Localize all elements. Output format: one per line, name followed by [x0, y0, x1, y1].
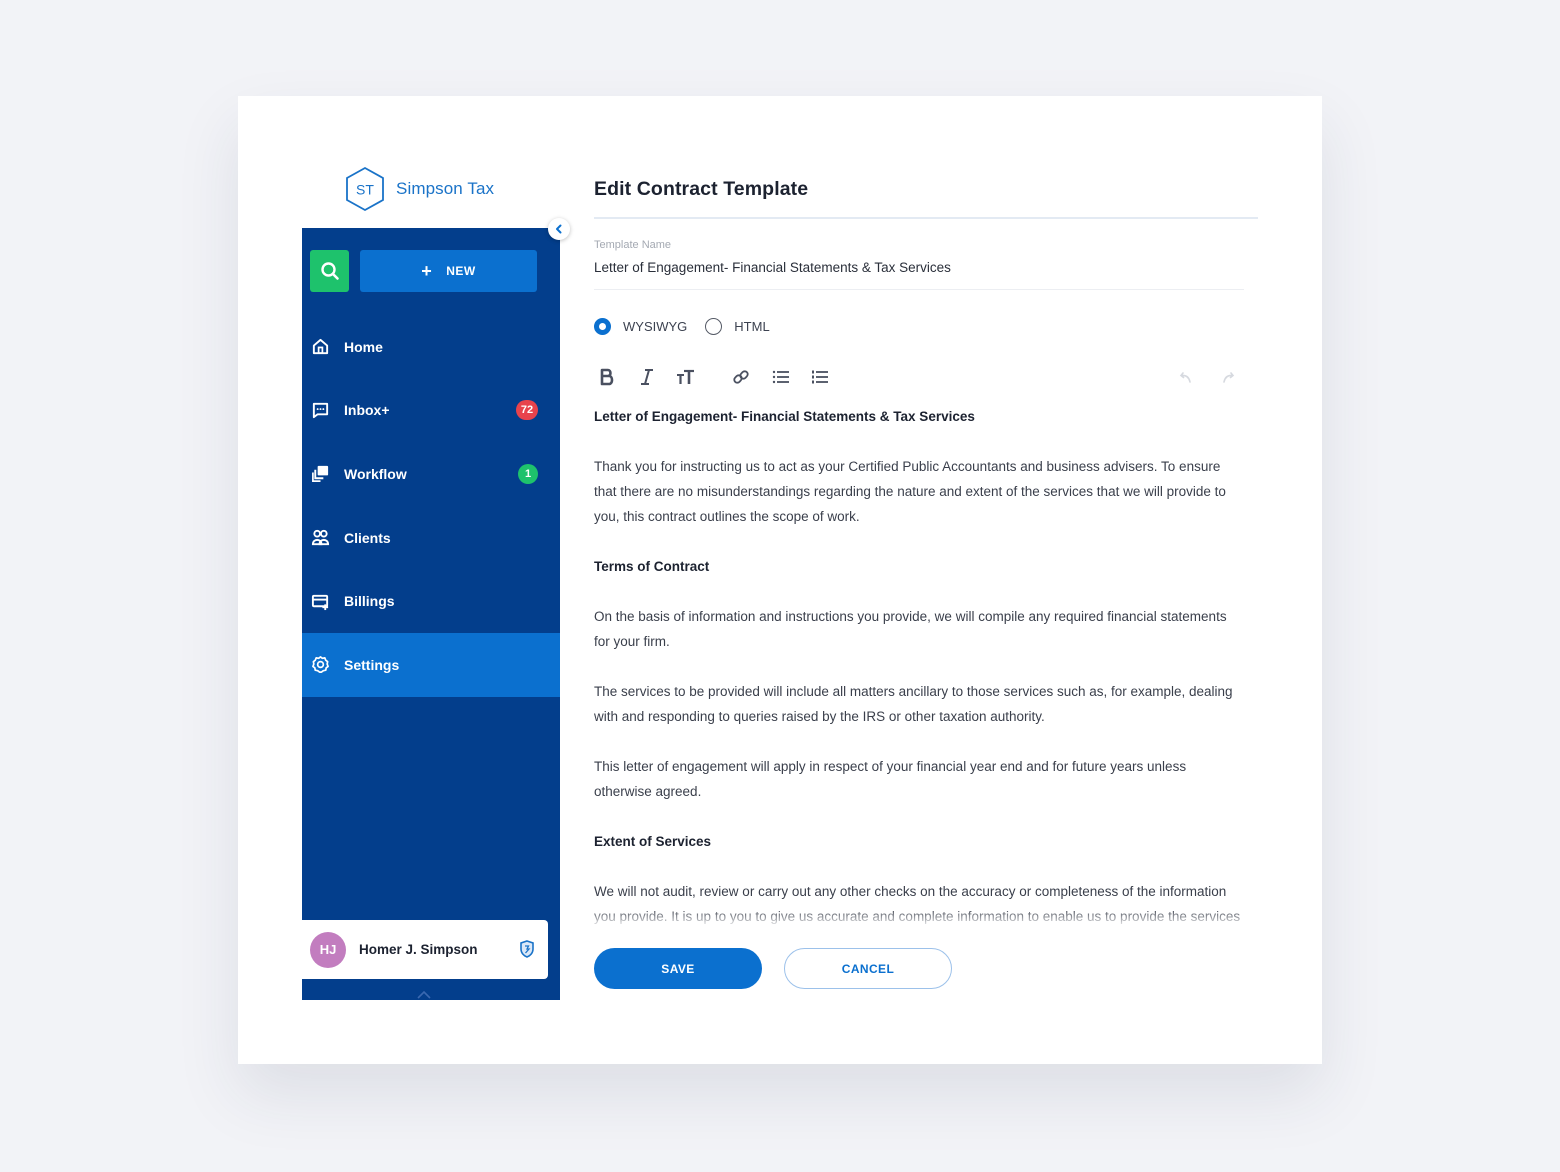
bold-icon: [600, 368, 614, 386]
title-divider: [594, 217, 1258, 219]
hexagon-logo-icon: ST: [346, 166, 384, 212]
redo-button[interactable]: [1214, 364, 1240, 390]
template-name-input[interactable]: [594, 260, 1244, 275]
link-button[interactable]: [728, 364, 754, 390]
undo-icon: [1179, 372, 1191, 383]
sidebar-item-inbox[interactable]: Inbox+ 72: [302, 379, 560, 443]
numbered-list-icon: [812, 370, 828, 384]
numbered-list-button[interactable]: [807, 364, 833, 390]
doc-paragraph: We will not audit, review or carry out a…: [594, 884, 1241, 936]
doc-heading: Letter of Engagement- Financial Statemen…: [594, 409, 975, 424]
workflow-icon: [310, 464, 330, 484]
doc-heading: Extent of Services: [594, 834, 712, 849]
message-icon: [310, 400, 330, 420]
bulleted-list-button[interactable]: [768, 364, 794, 390]
search-button[interactable]: [310, 250, 349, 292]
user-name: Homer J. Simpson: [359, 942, 478, 957]
redo-icon: [1223, 372, 1235, 383]
brand-logo[interactable]: ST Simpson Tax: [344, 166, 494, 212]
sidebar-item-billings[interactable]: Billings: [302, 569, 560, 633]
radio-wysiwyg[interactable]: WYSIWYG: [594, 318, 687, 335]
sidebar-item-label: Workflow: [344, 465, 407, 482]
save-button[interactable]: SAVE: [594, 948, 762, 989]
bold-button[interactable]: [594, 364, 620, 390]
sidebar-item-home[interactable]: Home: [302, 315, 560, 379]
doc-paragraph: On the basis of information and instruct…: [594, 609, 1227, 649]
sidebar-item-label: Home: [344, 338, 383, 355]
italic-icon: [641, 369, 653, 385]
undo-button[interactable]: [1174, 364, 1200, 390]
bulleted-list-icon: [772, 370, 789, 384]
sidebar-nav: Home Inbox+ 72 Workflow 1 Clients Billin…: [302, 315, 560, 697]
svg-text:ST: ST: [356, 182, 374, 198]
billing-icon: [310, 591, 330, 611]
document-editor[interactable]: Letter of Engagement- Financial Statemen…: [594, 404, 1244, 936]
home-icon: [310, 337, 330, 357]
editor-mode-radio-group: WYSIWYG HTML: [594, 318, 788, 335]
collapse-sidebar-button[interactable]: [548, 218, 570, 240]
plus-icon: +: [421, 261, 433, 281]
doc-paragraph: The services to be provided will include…: [594, 684, 1233, 724]
radio-unselected-icon: [705, 318, 723, 335]
workflow-count-badge: 1: [518, 463, 538, 484]
sidebar-item-label: Inbox+: [344, 402, 390, 419]
avatar: HJ: [310, 931, 346, 968]
cancel-button[interactable]: CANCEL: [784, 948, 952, 989]
text-size-button[interactable]: [673, 364, 699, 390]
doc-paragraph: Thank you for instructing us to act as y…: [594, 459, 1226, 524]
doc-heading: Terms of Contract: [594, 559, 710, 574]
clients-icon: [310, 528, 330, 548]
search-icon: [320, 262, 339, 280]
chevron-up-icon[interactable]: [416, 990, 432, 1000]
template-name-label: Template Name: [594, 239, 672, 251]
app-window: ST Simpson Tax + NEW Home Inbox+ 72 Work…: [238, 96, 1322, 1064]
radio-html[interactable]: HTML: [705, 318, 770, 335]
new-button[interactable]: + NEW: [360, 250, 537, 292]
page-title: Edit Contract Template: [594, 178, 809, 200]
doc-paragraph: This letter of engagement will apply in …: [594, 759, 1187, 799]
chevron-left-icon: [556, 224, 562, 234]
radio-label: HTML: [734, 319, 770, 334]
new-button-label: NEW: [446, 264, 476, 278]
gear-icon: [310, 655, 330, 675]
radio-selected-icon: [594, 318, 611, 335]
editor-toolbar: [594, 364, 1244, 390]
inbox-count-badge: 72: [516, 400, 538, 421]
brand-name: Simpson Tax: [396, 179, 495, 198]
sidebar-item-label: Clients: [344, 529, 391, 546]
italic-button[interactable]: [634, 364, 660, 390]
sidebar-item-workflow[interactable]: Workflow 1: [302, 442, 560, 506]
user-profile-card[interactable]: HJ Homer J. Simpson: [302, 920, 548, 979]
sidebar-item-settings[interactable]: Settings: [302, 632, 560, 697]
sidebar-item-label: Settings: [344, 656, 400, 673]
sidebar-item-clients[interactable]: Clients: [302, 506, 560, 570]
shield-icon[interactable]: [520, 940, 534, 958]
text-size-icon: [677, 369, 694, 384]
sidebar-item-label: Billings: [344, 593, 395, 610]
radio-label: WYSIWYG: [623, 319, 688, 334]
template-name-underline: [594, 289, 1244, 290]
sidebar: + NEW Home Inbox+ 72 Workflow 1 Clients …: [302, 228, 560, 1000]
link-icon: [733, 370, 749, 384]
